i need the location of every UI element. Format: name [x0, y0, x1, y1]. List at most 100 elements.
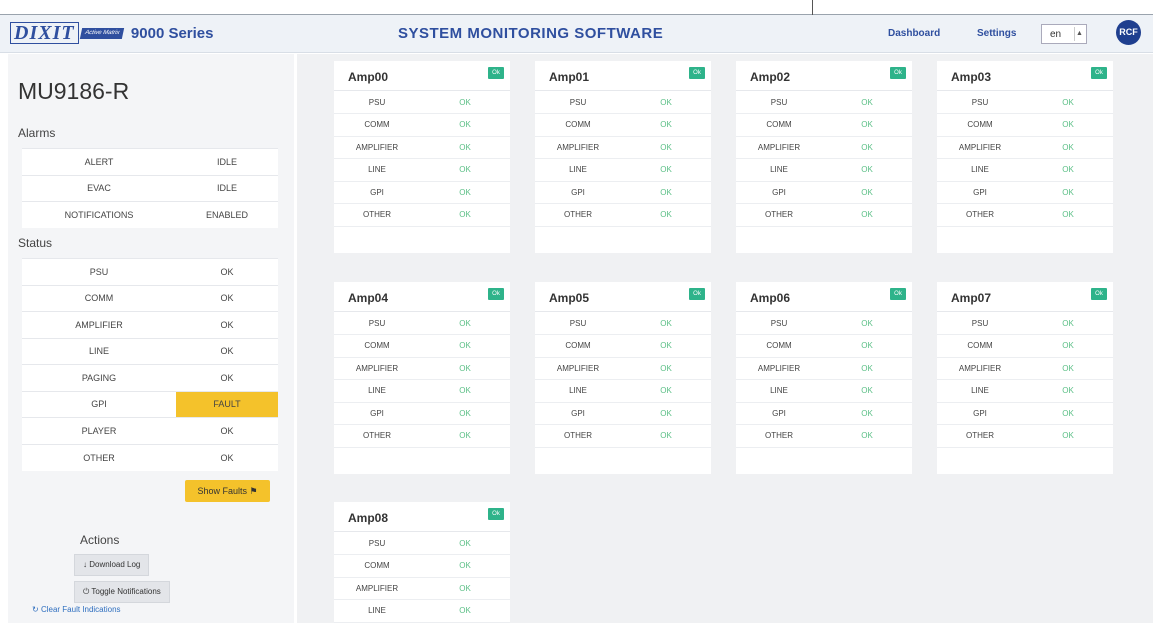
ok-badge: Ok — [1091, 288, 1107, 300]
amp-status-label: AMPLIFIER — [334, 136, 420, 159]
amp-status-value: OK — [822, 181, 912, 204]
download-icon: ↓ — [83, 560, 87, 569]
amp-status-value: OK — [1023, 91, 1113, 114]
amp-status-value: OK — [420, 402, 510, 425]
ok-badge: Ok — [488, 288, 504, 300]
amp-status-label: OTHER — [736, 424, 822, 448]
chevron-updown-icon: ▲ — [1074, 27, 1084, 41]
amp-status-label: AMPLIFIER — [535, 136, 621, 159]
download-log-button[interactable]: ↓ Download Log — [74, 554, 150, 576]
nav-settings[interactable]: Settings — [977, 28, 1016, 39]
amp-status-value: OK — [621, 424, 711, 448]
amp-status-row: LINE OK — [937, 158, 1113, 182]
rcf-logo: RCF — [1116, 20, 1141, 45]
toggle-notifications-button[interactable]: ⏻ Toggle Notifications — [74, 581, 170, 603]
status-row-value: OK — [176, 311, 278, 338]
amp-card-footer — [334, 448, 510, 474]
amp-status-label: PSU — [334, 532, 420, 555]
amp-status-row: COMM OK — [736, 113, 912, 137]
status-row: LINE OK — [22, 337, 278, 365]
amp-status-row: AMPLIFIER OK — [334, 577, 510, 600]
amp-status-table: PSU OK COMM OK AMPLIFIER OK LINE OK GPI OK OTHER OK — [937, 312, 1113, 448]
amp-status-value: OK — [621, 136, 711, 159]
clear-faults-link[interactable]: ↻ Clear Fault Indications — [32, 605, 121, 614]
amp-card-header: Amp01 Ok — [535, 61, 711, 91]
amp-status-value: OK — [621, 357, 711, 380]
ok-badge: Ok — [689, 288, 705, 300]
status-row-label: PAGING — [22, 364, 176, 391]
amp-status-value: OK — [822, 379, 912, 403]
amp-card: Amp07 Ok PSU OK COMM OK AMPLIFIER OK LINE OK GPI OK… — [937, 282, 1113, 474]
amp-status-row: OTHER OK — [937, 203, 1113, 227]
amp-status-label: OTHER — [334, 424, 420, 448]
status-row-label: PLAYER — [22, 417, 176, 444]
amp-status-label: GPI — [535, 402, 621, 425]
amp-status-value: OK — [1023, 158, 1113, 182]
amp-status-value: OK — [621, 158, 711, 182]
amp-status-row: LINE OK — [736, 379, 912, 403]
ok-badge: Ok — [689, 67, 705, 79]
amp-name: Amp02 — [750, 70, 791, 84]
alarm-row-value: IDLE — [176, 148, 278, 175]
amp-status-value: OK — [420, 424, 510, 448]
amp-status-value: OK — [420, 532, 510, 555]
amp-status-value: OK — [420, 599, 510, 623]
amp-status-value: OK — [621, 203, 711, 227]
amp-card-header: Amp02 Ok — [736, 61, 912, 91]
ok-badge: Ok — [890, 67, 906, 79]
amp-status-value: OK — [822, 158, 912, 182]
amp-status-value: OK — [420, 181, 510, 204]
device-name: MU9186-R — [18, 78, 130, 104]
amp-status-table: PSU OK COMM OK AMPLIFIER OK LINE OK GPI OK OTHER OK — [937, 91, 1113, 227]
power-icon: ⏻ — [83, 587, 90, 596]
amp-status-label: PSU — [937, 91, 1023, 114]
amp-status-label: LINE — [334, 158, 420, 182]
amp-status-value: OK — [822, 334, 912, 358]
amp-status-label: COMM — [736, 113, 822, 137]
amp-status-value: OK — [621, 113, 711, 137]
show-faults-button[interactable]: Show Faults ⚑ — [185, 480, 270, 502]
nav-dashboard[interactable]: Dashboard — [888, 28, 940, 39]
amp-status-label: OTHER — [535, 424, 621, 448]
ok-badge: Ok — [890, 288, 906, 300]
amp-status-row: COMM OK — [736, 334, 912, 358]
amp-status-value: OK — [420, 136, 510, 159]
amp-status-value: OK — [1023, 334, 1113, 358]
amp-card-footer — [736, 227, 912, 253]
alarms-table: ALERT IDLE EVAC IDLE NOTIFICATIONS ENABLED — [22, 148, 278, 228]
amp-status-label: COMM — [736, 334, 822, 358]
amp-status-value: OK — [1023, 424, 1113, 448]
clear-faults-label: Clear Fault Indications — [40, 605, 121, 614]
amp-status-value: OK — [621, 334, 711, 358]
status-row-label: COMM — [22, 284, 176, 312]
amp-status-label: AMPLIFIER — [736, 136, 822, 159]
status-row: PLAYER OK — [22, 417, 278, 444]
amp-status-row: PSU OK — [736, 91, 912, 114]
amp-status-label: PSU — [736, 312, 822, 335]
amp-status-value: OK — [420, 554, 510, 578]
status-row-value: OK — [176, 258, 278, 285]
amp-status-row: GPI OK — [736, 402, 912, 425]
amp-status-table: PSU OK COMM OK AMPLIFIER OK LINE OK GPI OK OTHER OK — [334, 312, 510, 448]
amp-card-header: Amp06 Ok — [736, 282, 912, 312]
amp-card-footer — [334, 227, 510, 253]
amp-status-label: PSU — [736, 91, 822, 114]
amp-status-row: PSU OK — [937, 312, 1113, 335]
amp-status-value: OK — [420, 357, 510, 380]
language-select[interactable]: en ▲ — [1041, 24, 1087, 44]
amp-status-value: OK — [822, 312, 912, 335]
alarm-row: NOTIFICATIONS ENABLED — [22, 201, 278, 228]
alarms-label: Alarms — [18, 126, 56, 140]
amp-status-value: OK — [822, 424, 912, 448]
amp-status-value: OK — [1023, 379, 1113, 403]
amp-status-value: OK — [420, 91, 510, 114]
amp-status-row: AMPLIFIER OK — [937, 136, 1113, 159]
amp-status-row: COMM OK — [937, 334, 1113, 358]
amp-status-label: LINE — [535, 158, 621, 182]
amp-card-header: Amp04 Ok — [334, 282, 510, 312]
status-row-label: AMPLIFIER — [22, 311, 176, 338]
amp-card: Amp00 Ok PSU OK COMM OK AMPLIFIER OK LINE OK GPI OK… — [334, 61, 510, 253]
amp-status-label: GPI — [334, 181, 420, 204]
amp-status-row: GPI OK — [334, 181, 510, 204]
amp-status-label: LINE — [736, 158, 822, 182]
